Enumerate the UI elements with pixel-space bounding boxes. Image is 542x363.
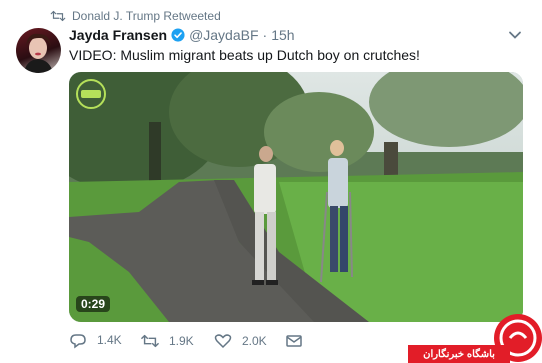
retweet-icon xyxy=(141,334,159,348)
like-count: 1.9K xyxy=(169,334,194,348)
retweet-banner-text[interactable]: Donald J. Trump Retweeted xyxy=(72,9,221,23)
video-player[interactable] xyxy=(69,72,523,322)
user-handle[interactable]: @JaydaBF xyxy=(189,27,258,43)
like-button[interactable]: 2.0K xyxy=(214,333,267,349)
message-button[interactable] xyxy=(285,333,303,349)
message-count: 2.0K xyxy=(242,334,267,348)
retweet-banner: Donald J. Trump Retweeted xyxy=(50,9,221,23)
watermark-text: باشگاه خبرنگاران xyxy=(408,345,510,363)
avatar[interactable] xyxy=(16,28,61,73)
avatar-image xyxy=(24,33,53,73)
retweet-button[interactable]: 1.4K xyxy=(69,333,122,347)
tweet-text: VIDEO: Muslim migrant beats up Dutch boy… xyxy=(69,47,420,63)
separator-dot: · xyxy=(262,27,268,43)
action-bar: 1.4K 1.9K 2.0K xyxy=(69,333,369,355)
video-frame xyxy=(69,72,523,322)
retweet-icon xyxy=(50,10,66,22)
verified-badge-icon xyxy=(171,28,185,42)
envelope-icon xyxy=(286,335,302,347)
heart-icon xyxy=(214,334,232,349)
tweet-header: Jayda Fransen @JaydaBF · 15h xyxy=(69,27,295,43)
retweet-icon-button[interactable]: 1.9K xyxy=(141,333,194,349)
video-duration: 0:29 xyxy=(76,296,111,312)
display-name[interactable]: Jayda Fransen xyxy=(69,27,167,43)
tweet-timestamp[interactable]: 15h xyxy=(271,27,294,43)
retweet-count: 1.4K xyxy=(97,333,122,347)
chevron-down-icon[interactable] xyxy=(508,30,522,40)
